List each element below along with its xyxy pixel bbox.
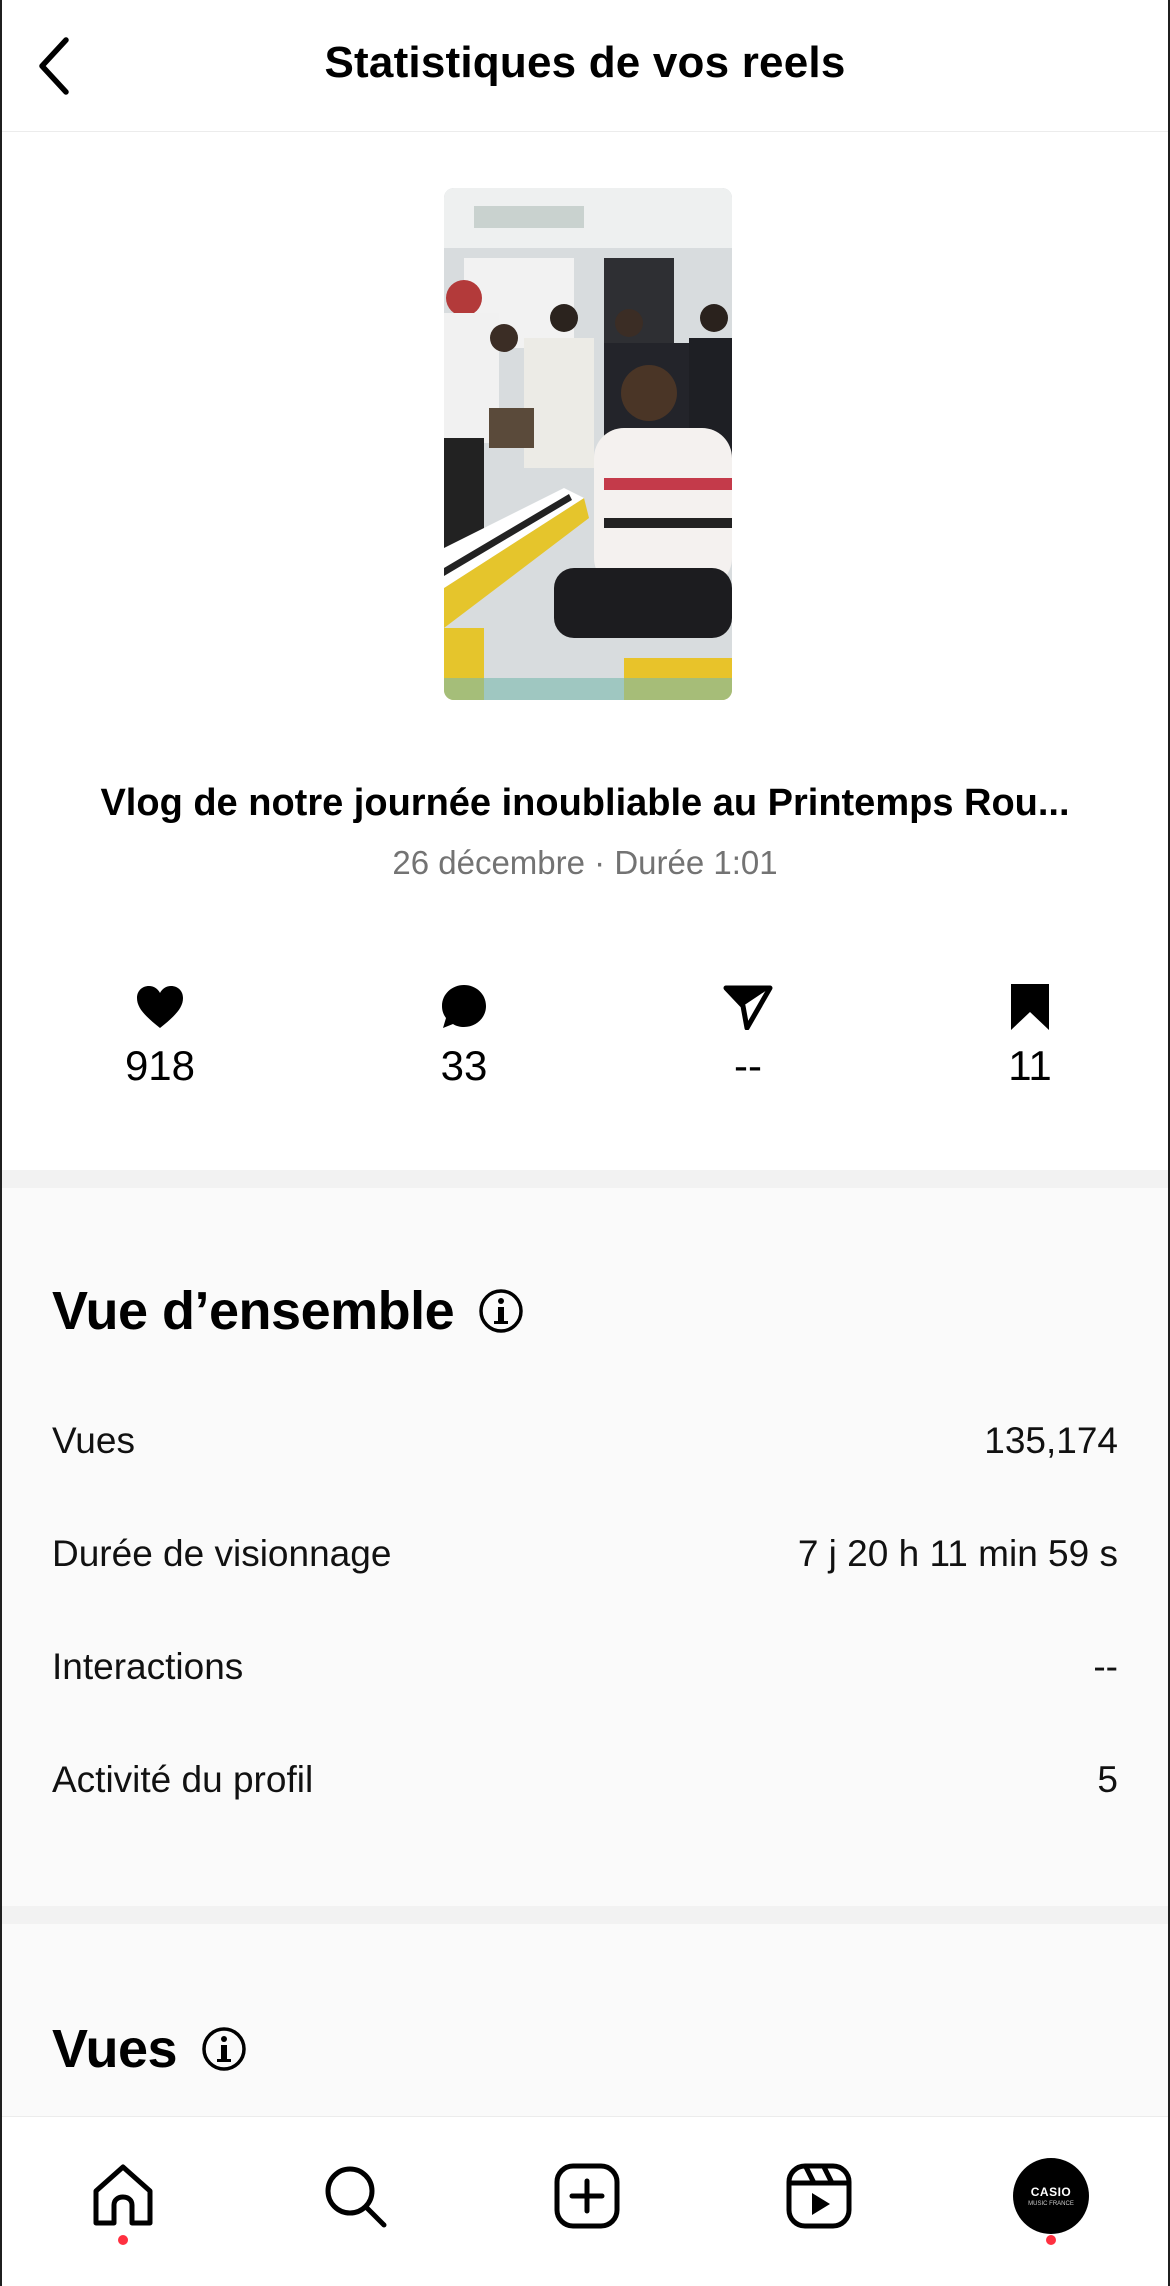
saves-count: 11 bbox=[1008, 1042, 1052, 1089]
views-label: Vues bbox=[52, 1420, 135, 1461]
shares-stat: -- bbox=[648, 980, 848, 1090]
reel-title: Vlog de notre journée inoubliable au Pri… bbox=[100, 782, 1070, 824]
shares-count: -- bbox=[734, 1042, 762, 1089]
bookmark-icon bbox=[1011, 984, 1049, 1030]
home-notification-dot bbox=[118, 2235, 128, 2245]
likes-count: 918 bbox=[124, 1042, 196, 1089]
avatar: CASIO MUSIC FRANCE bbox=[1013, 2158, 1089, 2234]
interactions-label: Interactions bbox=[52, 1646, 244, 1687]
reel-thumbnail-image bbox=[444, 188, 732, 700]
reel-meta: 26 décembre · Durée 1:01 bbox=[392, 844, 778, 881]
section-divider bbox=[2, 1906, 1168, 1924]
nav-reels[interactable] bbox=[774, 2151, 864, 2241]
home-icon bbox=[93, 2164, 153, 2226]
comments-stat: 33 bbox=[364, 980, 564, 1090]
overview-title-text: Vue d’ensemble bbox=[52, 1281, 455, 1341]
views-section: Vues bbox=[2, 1924, 1168, 2124]
profile-activity-label: Activité du profil bbox=[52, 1759, 314, 1800]
top-bar: Statistiques de vos reels bbox=[2, 0, 1168, 132]
likes-stat: 918 bbox=[60, 980, 260, 1090]
overview-row-interactions: Interactions -- bbox=[52, 1646, 1118, 1688]
overview-row-watch-time: Durée de visionnage 7 j 20 h 11 min 59 s bbox=[52, 1533, 1118, 1575]
info-icon[interactable] bbox=[201, 2026, 247, 2072]
comments-count: 33 bbox=[440, 1042, 488, 1089]
views-title: Vues bbox=[52, 2018, 247, 2080]
avatar-brand: CASIO bbox=[1030, 2185, 1072, 2199]
nav-home[interactable] bbox=[78, 2151, 168, 2241]
views-value: 135,174 bbox=[984, 1420, 1118, 1461]
reel-thumbnail[interactable] bbox=[444, 188, 732, 700]
comment-icon bbox=[442, 985, 486, 1028]
watch-time-label: Durée de visionnage bbox=[52, 1533, 392, 1574]
views-title-text: Vues bbox=[52, 2019, 178, 2079]
reel-insights-screen: Statistiques de vos reels Vlog de notre … bbox=[0, 0, 1170, 2286]
share-icon bbox=[723, 985, 773, 1030]
watch-time-value: 7 j 20 h 11 min 59 s bbox=[797, 1533, 1118, 1574]
overview-title: Vue d’ensemble bbox=[52, 1280, 524, 1342]
reels-icon bbox=[786, 2163, 852, 2229]
overview-section: Vue d’ensemble Vues 135,174 Durée de vis… bbox=[2, 1188, 1168, 1908]
avatar-sub: MUSIC FRANCE bbox=[1028, 2201, 1074, 2207]
overview-row-profile-activity: Activité du profil 5 bbox=[52, 1759, 1118, 1801]
profile-notification-dot bbox=[1046, 2235, 1056, 2245]
nav-create[interactable] bbox=[542, 2151, 632, 2241]
bottom-nav: CASIO MUSIC FRANCE bbox=[2, 2116, 1168, 2286]
nav-profile[interactable]: CASIO MUSIC FRANCE bbox=[1006, 2151, 1096, 2241]
heart-icon bbox=[137, 986, 183, 1028]
profile-activity-value: 5 bbox=[1097, 1759, 1118, 1800]
section-divider bbox=[2, 1170, 1168, 1188]
interactions-value: -- bbox=[1093, 1646, 1118, 1687]
overview-row-views: Vues 135,174 bbox=[52, 1420, 1118, 1462]
search-icon bbox=[325, 2166, 387, 2228]
info-icon[interactable] bbox=[478, 1288, 524, 1334]
create-icon bbox=[554, 2163, 620, 2229]
nav-search[interactable] bbox=[310, 2151, 400, 2241]
saves-stat: 11 bbox=[930, 980, 1130, 1090]
page-title: Statistiques de vos reels bbox=[324, 38, 846, 87]
